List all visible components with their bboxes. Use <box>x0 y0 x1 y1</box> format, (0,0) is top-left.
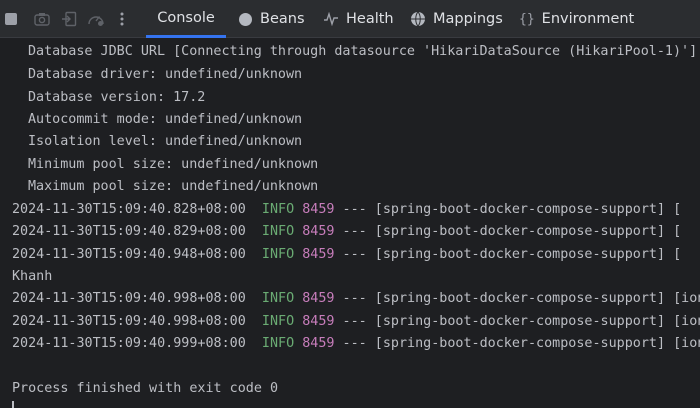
stop-icon[interactable] <box>2 10 20 28</box>
log-timestamp: 2024-11-30T15:09:40.998+08:00 <box>12 314 246 329</box>
console-line: Autocommit mode: undefined/unknown <box>28 112 303 127</box>
console-line: Khanh <box>12 269 53 284</box>
console-line: Database version: 17.2 <box>28 90 206 105</box>
log-level: INFO <box>261 314 295 329</box>
log-line: 2024-11-30T15:09:40.829+08:00 INFO 8459 … <box>12 222 681 242</box>
tool-window-toolbar: Console Beans Health Mappings {} Environ… <box>0 0 700 38</box>
log-level: INFO <box>261 224 295 239</box>
camera-icon[interactable] <box>33 10 51 28</box>
braces-icon: {} <box>519 11 535 27</box>
log-timestamp: 2024-11-30T15:09:40.998+08:00 <box>12 291 246 306</box>
pulse-icon <box>323 12 339 26</box>
tab-environment[interactable]: {} Environment <box>519 0 634 38</box>
console-line: Isolation level: undefined/unknown <box>28 134 303 149</box>
log-line: 2024-11-30T15:09:40.948+08:00 INFO 8459 … <box>12 245 681 265</box>
gauge-icon[interactable] <box>87 10 105 28</box>
log-line: 2024-11-30T15:09:40.998+08:00 INFO 8459 … <box>12 312 700 332</box>
tab-health-label: Health <box>346 11 394 27</box>
log-line: 2024-11-30T15:09:40.998+08:00 INFO 8459 … <box>12 289 700 309</box>
tab-console-label: Console <box>157 9 215 26</box>
globe-icon <box>410 11 426 27</box>
log-message: --- [spring-boot-docker-compose-support]… <box>334 291 700 306</box>
log-message: --- [spring-boot-docker-compose-support]… <box>334 224 682 239</box>
log-level: INFO <box>261 247 295 262</box>
log-message: --- [spring-boot-docker-compose-support]… <box>334 247 682 262</box>
log-pid: 8459 <box>302 202 335 217</box>
tab-beans-label: Beans <box>260 11 305 27</box>
console-line: Database driver: undefined/unknown <box>28 67 303 82</box>
tab-mappings-label: Mappings <box>433 11 503 27</box>
tab-beans[interactable]: Beans <box>238 0 305 38</box>
log-line: 2024-11-30T15:09:40.828+08:00 INFO 8459 … <box>12 200 681 220</box>
log-message: --- [spring-boot-docker-compose-support]… <box>334 336 700 351</box>
console-line: Maximum pool size: undefined/unknown <box>28 179 319 194</box>
tab-mappings[interactable]: Mappings <box>410 0 503 38</box>
log-line: 2024-11-30T15:09:40.999+08:00 INFO 8459 … <box>12 334 700 354</box>
log-level: INFO <box>261 202 295 217</box>
log-pid: 8459 <box>302 314 335 329</box>
log-message: --- [spring-boot-docker-compose-support]… <box>334 314 700 329</box>
tab-console[interactable]: Console <box>146 0 226 38</box>
log-message: --- [spring-boot-docker-compose-support]… <box>334 202 682 217</box>
log-level: INFO <box>261 291 295 306</box>
log-pid: 8459 <box>302 291 335 306</box>
console-line: Database JDBC URL [Connecting through da… <box>28 44 698 59</box>
log-timestamp: 2024-11-30T15:09:40.829+08:00 <box>12 224 246 239</box>
exit-status-line: Process finished with exit code 0 <box>12 381 279 396</box>
log-timestamp: 2024-11-30T15:09:40.999+08:00 <box>12 336 246 351</box>
log-timestamp: 2024-11-30T15:09:40.948+08:00 <box>12 247 246 262</box>
log-pid: 8459 <box>302 224 335 239</box>
tab-health[interactable]: Health <box>323 0 394 38</box>
tab-environment-label: Environment <box>541 11 635 27</box>
log-pid: 8459 <box>302 336 335 351</box>
log-timestamp: 2024-11-30T15:09:40.828+08:00 <box>12 202 246 217</box>
log-pid: 8459 <box>302 247 335 262</box>
console-output[interactable]: Database JDBC URL [Connecting through da… <box>0 38 700 408</box>
text-cursor <box>12 401 14 408</box>
exit-icon[interactable] <box>60 10 78 28</box>
bean-icon <box>238 12 253 27</box>
more-vertical-icon[interactable] <box>113 10 131 28</box>
log-level: INFO <box>261 336 295 351</box>
console-line: Minimum pool size: undefined/unknown <box>28 157 319 172</box>
